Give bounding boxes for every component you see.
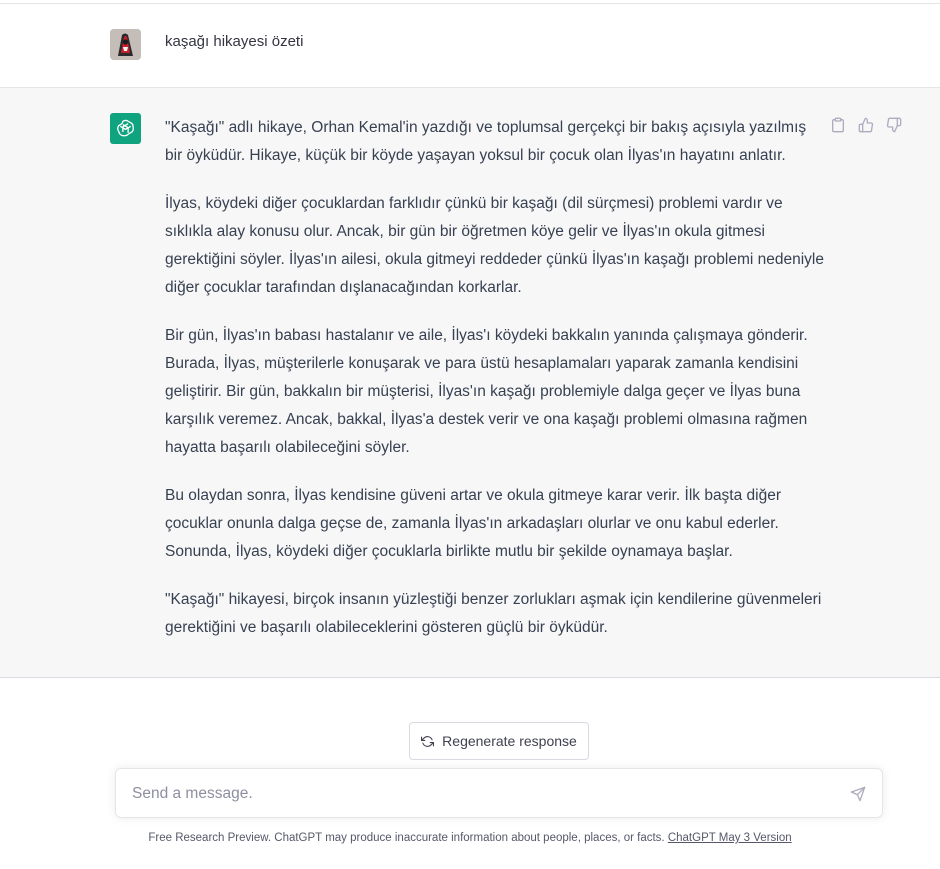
regenerate-label: Regenerate response xyxy=(442,733,577,749)
assistant-paragraph: "Kaşağı" hikayesi, birçok insanın yüzleş… xyxy=(165,591,822,636)
user-message-row: kaşağı hikayesi özeti xyxy=(0,4,940,88)
like-button[interactable] xyxy=(857,116,875,134)
chatgpt-logo-icon xyxy=(110,113,141,144)
regenerate-response-button[interactable]: Regenerate response xyxy=(409,722,589,760)
assistant-paragraph: Bir gün, İlyas'ın babası hastalanır ve a… xyxy=(165,327,808,456)
copy-button[interactable] xyxy=(829,116,847,134)
footer-text: Free Research Preview. ChatGPT may produ… xyxy=(148,832,668,844)
refresh-icon xyxy=(421,735,435,747)
send-icon xyxy=(850,786,866,802)
message-input[interactable] xyxy=(132,782,832,806)
composer xyxy=(115,768,883,818)
user-message-text: kaşağı hikayesi özeti xyxy=(165,33,304,50)
assistant-message-row: "Kaşağı" adlı hikaye, Orhan Kemal'in yaz… xyxy=(0,88,940,678)
version-link[interactable]: ChatGPT May 3 Version xyxy=(668,832,792,844)
send-button[interactable] xyxy=(849,785,867,803)
dislike-button[interactable] xyxy=(885,116,903,134)
assistant-message: "Kaşağı" adlı hikaye, Orhan Kemal'in yaz… xyxy=(165,114,825,642)
message-actions xyxy=(829,116,903,134)
user-avatar xyxy=(110,29,141,60)
thumbs-up-icon xyxy=(858,117,874,133)
user-avatar-image xyxy=(110,29,141,60)
footer-disclaimer: Free Research Preview. ChatGPT may produ… xyxy=(0,830,940,846)
assistant-paragraph: Bu olaydan sonra, İlyas kendisine güveni… xyxy=(165,487,782,560)
assistant-paragraph: "Kaşağı" adlı hikaye, Orhan Kemal'in yaz… xyxy=(165,119,807,164)
clipboard-icon xyxy=(832,117,844,133)
thumbs-down-icon xyxy=(886,117,902,133)
assistant-paragraph: İlyas, köydeki diğer çocuklardan farklıd… xyxy=(165,195,824,296)
